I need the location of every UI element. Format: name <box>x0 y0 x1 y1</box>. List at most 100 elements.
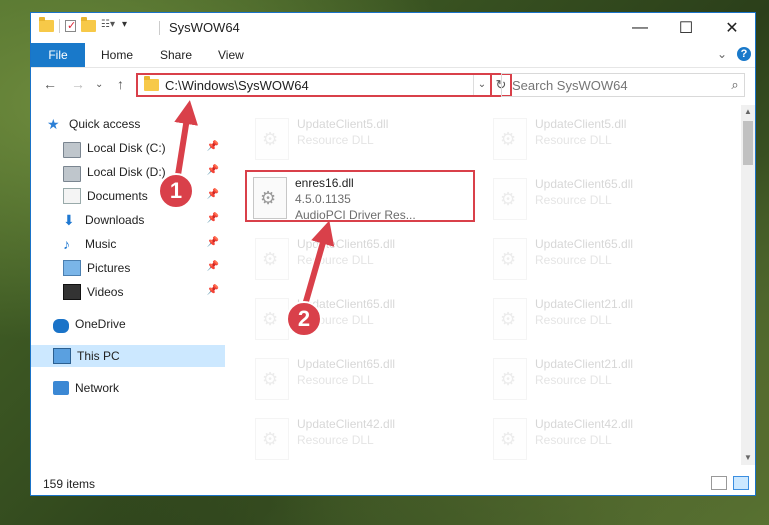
sidebar-item-local-disk-d[interactable]: Local Disk (D:) 📌 <box>31 161 225 183</box>
file-item[interactable]: ⚙ UpdateClient21.dll Resource DLL <box>487 353 717 405</box>
pin-icon: 📌 <box>206 213 219 224</box>
scroll-down-icon[interactable]: ▼ <box>741 451 755 465</box>
address-dropdown-button[interactable]: ⌄ <box>473 75 490 95</box>
tab-share[interactable]: Share <box>160 48 192 62</box>
file-item[interactable]: ⚙ UpdateClient5.dll Resource DLL <box>487 113 717 165</box>
help-icon[interactable]: ? <box>737 47 751 61</box>
file-item-enres16[interactable]: ⚙ enres16.dll 4.5.0.1135 AudioPCI Driver… <box>245 170 475 222</box>
file-name: UpdateClient42.dll <box>535 417 634 431</box>
file-item[interactable]: ⚙ UpdateClient21.dll Resource DLL <box>487 293 717 345</box>
sidebar-item-label: Music <box>85 237 117 251</box>
dll-file-icon: ⚙ <box>255 418 289 460</box>
maximize-button[interactable]: ☐ <box>663 13 709 43</box>
dll-file-icon: ⚙ <box>493 238 527 280</box>
tab-view[interactable]: View <box>218 48 244 62</box>
customize-toolbar-icon[interactable]: ☷▾ <box>101 19 117 33</box>
divider <box>59 19 60 33</box>
file-type: Resource DLL <box>535 313 612 327</box>
divider <box>159 21 160 35</box>
search-icon: ⌕ <box>731 77 739 92</box>
dll-file-icon: ⚙ <box>493 358 527 400</box>
details-view-icon[interactable] <box>711 476 727 490</box>
sidebar-item-pictures[interactable]: Pictures 📌 <box>31 257 225 279</box>
address-bar[interactable]: C:\Windows\SysWOW64 ⌄ <box>136 73 492 97</box>
ribbon: File Home Share View ⌄ ? <box>31 43 755 68</box>
recent-locations-button[interactable]: ⌄ <box>95 79 103 90</box>
file-item[interactable]: ⚙ UpdateClient42.dll Resource DLL <box>487 413 717 465</box>
navigation-bar: ← → ⌄ ↑ C:\Windows\SysWOW64 ⌄ ↻ ⌕ <box>31 69 755 101</box>
file-type: Resource DLL <box>297 373 374 387</box>
address-path[interactable]: C:\Windows\SysWOW64 <box>165 78 473 93</box>
sidebar-item-music[interactable]: ♪ Music 📌 <box>31 233 225 255</box>
callout-badge-2: 2 <box>286 301 322 337</box>
onedrive-icon <box>53 318 69 333</box>
tab-file[interactable]: File <box>31 43 85 67</box>
folder-icon <box>144 76 159 91</box>
sidebar-item-network[interactable]: Network <box>31 377 225 399</box>
dll-file-icon: ⚙ <box>493 178 527 220</box>
search-box[interactable]: ⌕ <box>501 73 745 97</box>
dll-file-icon: ⚙ <box>493 118 527 160</box>
new-folder-icon[interactable] <box>81 17 96 32</box>
sidebar-item-label: Local Disk (D:) <box>87 165 166 179</box>
navigation-pane: ★ Quick access Local Disk (C:) 📌 Local D… <box>31 105 225 465</box>
file-item[interactable]: ⚙ UpdateClient65.dll Resource DLL <box>487 233 717 285</box>
scroll-thumb[interactable] <box>743 121 753 165</box>
file-name: UpdateClient42.dll <box>297 417 396 431</box>
search-input[interactable] <box>510 76 726 94</box>
sidebar-item-label: Documents <box>87 189 148 203</box>
pin-icon: 📌 <box>206 189 219 200</box>
file-name: enres16.dll <box>295 176 354 190</box>
file-item[interactable]: ⚙ UpdateClient42.dll Resource DLL <box>249 413 479 465</box>
file-name: UpdateClient5.dll <box>535 117 627 131</box>
sidebar-item-quick-access[interactable]: ★ Quick access <box>47 113 241 135</box>
file-item[interactable]: ⚙ UpdateClient5.dll Resource DLL <box>249 113 479 165</box>
file-item[interactable]: ⚙ UpdateClient65.dll Resource DLL <box>249 233 479 285</box>
dll-file-icon: ⚙ <box>255 238 289 280</box>
folder-icon <box>39 17 54 32</box>
file-type: Resource DLL <box>535 133 612 147</box>
sidebar-item-label: Videos <box>87 285 124 299</box>
pin-icon: 📌 <box>206 261 219 272</box>
file-version: 4.5.0.1135 <box>295 192 351 206</box>
up-button[interactable]: ↑ <box>117 76 124 92</box>
sidebar-item-label: Network <box>75 381 120 395</box>
sidebar-item-documents[interactable]: Documents 📌 <box>31 185 225 207</box>
star-icon: ★ <box>47 116 60 132</box>
sidebar-item-local-disk-c[interactable]: Local Disk (C:) 📌 <box>31 137 225 159</box>
file-item[interactable]: ⚙ UpdateClient65.dll Resource DLL <box>487 173 717 225</box>
title-bar: ✓ ☷▾ ▾ SysWOW64 — ☐ ✕ <box>31 13 755 43</box>
file-list: ⚙ UpdateClient5.dll Resource DLL ⚙ enres1… <box>225 105 741 465</box>
download-icon: ⬇ <box>63 212 75 228</box>
tab-home[interactable]: Home <box>101 48 133 62</box>
pictures-icon <box>63 260 81 276</box>
dll-file-icon: ⚙ <box>493 418 527 460</box>
sidebar-item-downloads[interactable]: ⬇ Downloads 📌 <box>31 209 225 231</box>
file-name: UpdateClient65.dll <box>535 177 634 191</box>
file-name: UpdateClient65.dll <box>297 237 396 251</box>
sidebar-item-onedrive[interactable]: OneDrive <box>31 313 225 335</box>
sidebar-item-this-pc[interactable]: This PC <box>31 345 225 367</box>
properties-icon[interactable]: ✓ <box>65 20 76 32</box>
large-icons-view-icon[interactable] <box>733 476 749 490</box>
back-button[interactable]: ← <box>43 76 57 92</box>
close-button[interactable]: ✕ <box>709 13 755 43</box>
quick-access-toolbar: ✓ ☷▾ ▾ <box>39 17 132 33</box>
vertical-scrollbar[interactable]: ▲ ▼ <box>741 105 755 465</box>
toolbar-dropdown-icon[interactable]: ▾ <box>122 19 132 33</box>
videos-icon <box>63 284 81 300</box>
chevron-down-icon[interactable]: ⌄ <box>717 47 727 61</box>
file-item[interactable]: ⚙ UpdateClient65.dll Resource DLL <box>249 353 479 405</box>
file-item[interactable]: ⚙ UpdateClient65.dll Resource DLL <box>249 293 479 345</box>
file-type: Resource DLL <box>535 193 612 207</box>
scroll-up-icon[interactable]: ▲ <box>741 105 755 119</box>
network-icon <box>53 381 69 395</box>
minimize-button[interactable]: — <box>617 13 663 43</box>
pin-icon: 📌 <box>206 141 219 152</box>
sidebar-item-videos[interactable]: Videos 📌 <box>31 281 225 303</box>
pin-icon: 📌 <box>206 237 219 248</box>
file-type: Resource DLL <box>297 253 374 267</box>
ribbon-right-controls: ⌄ ? <box>717 47 751 61</box>
forward-button[interactable]: → <box>71 76 85 92</box>
file-type: Resource DLL <box>297 433 374 447</box>
